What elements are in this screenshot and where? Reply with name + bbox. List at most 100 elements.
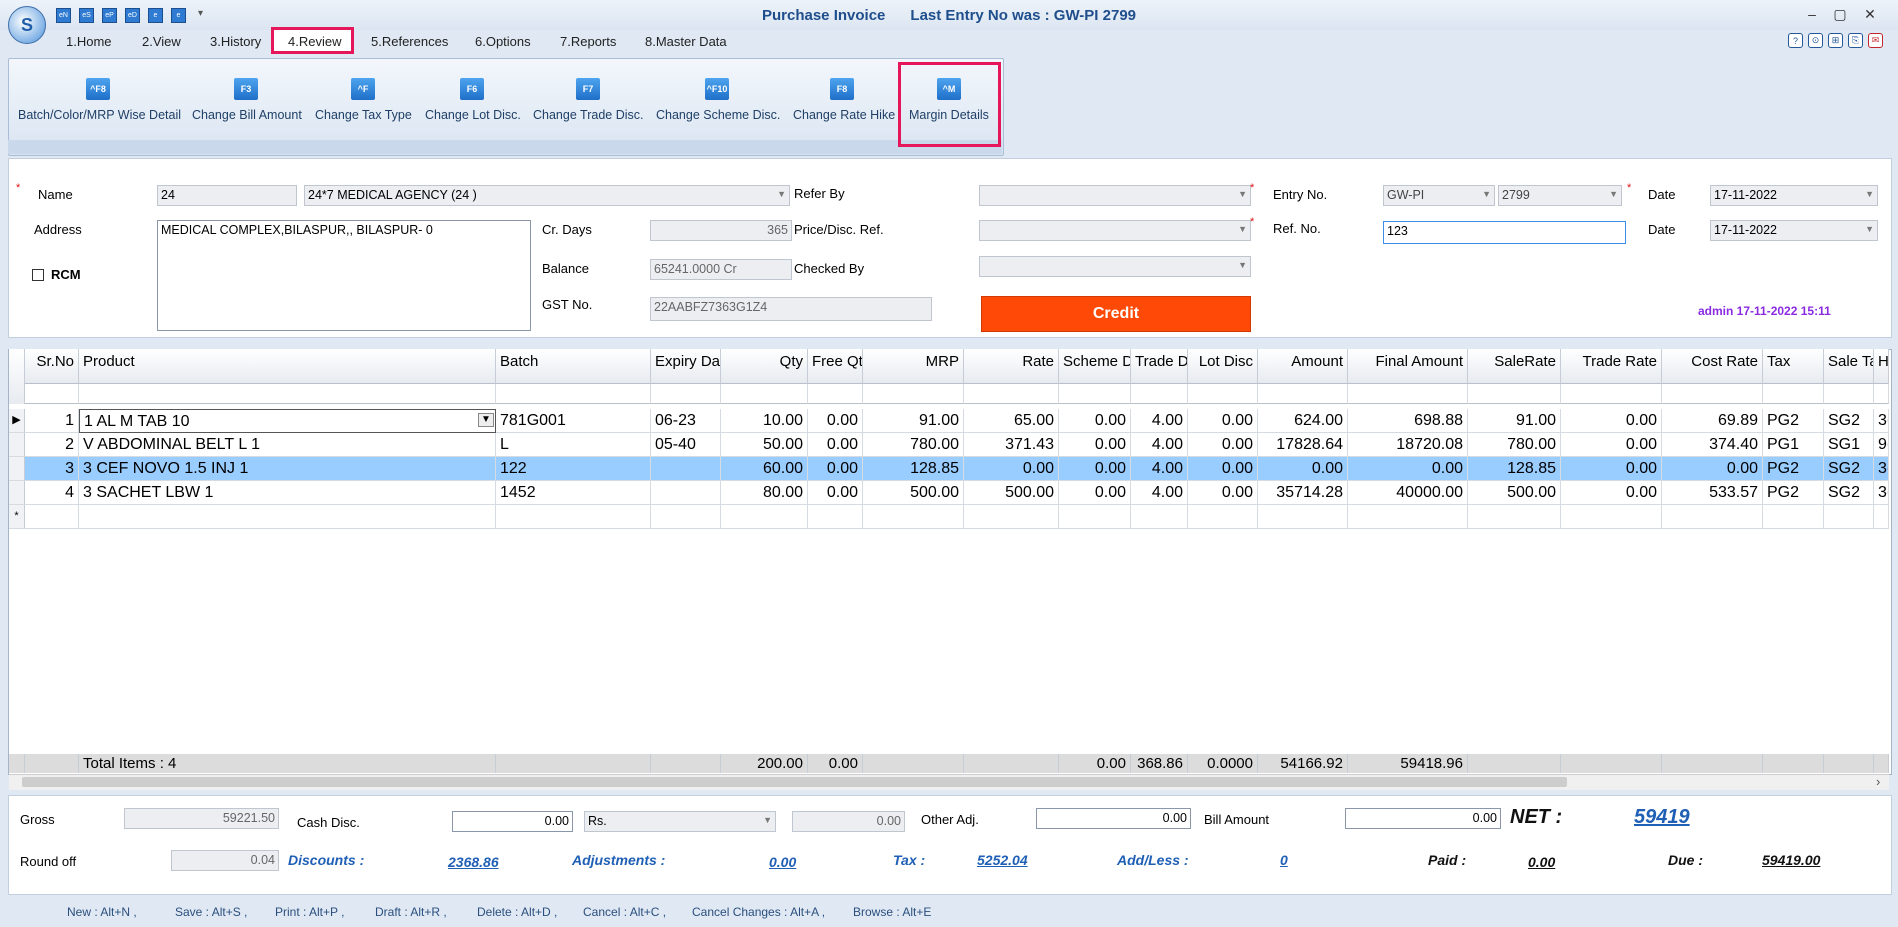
cell-mrp[interactable]: 91.00 — [863, 409, 964, 433]
change-tax-type-icon[interactable]: ^F — [351, 78, 375, 100]
chevron-down-icon[interactable]: ▼ — [1865, 189, 1874, 199]
tab-review[interactable]: 4.Review — [288, 34, 341, 49]
rcm-checkbox[interactable] — [32, 269, 44, 281]
cell-cost-rate[interactable]: 533.57 — [1662, 481, 1763, 505]
chevron-down-icon[interactable]: ▼ — [1865, 224, 1874, 234]
col-header-batch[interactable]: Batch — [496, 349, 651, 384]
add-less-value[interactable]: 0 — [1280, 852, 1288, 868]
cell-salerate[interactable]: 91.00 — [1468, 409, 1561, 433]
col-header-amount[interactable]: Amount — [1258, 349, 1348, 384]
cell-amount[interactable]: 35714.28 — [1258, 481, 1348, 505]
cell-mrp[interactable]: 128.85 — [863, 457, 964, 481]
entry-number-combo[interactable]: 2799 ▼ — [1498, 185, 1622, 206]
cell-tax[interactable]: PG2 — [1763, 457, 1824, 481]
tab-master-data[interactable]: 8.Master Data — [645, 34, 727, 49]
new-row-cell[interactable] — [964, 505, 1059, 529]
chevron-down-icon[interactable]: ▼ — [763, 815, 772, 825]
credit-button[interactable]: Credit — [981, 296, 1251, 332]
cash-disc-field[interactable]: 0.00 — [452, 811, 573, 832]
party-code-field[interactable]: 24 — [157, 185, 297, 206]
cell-trade-disc[interactable]: 4.00 — [1131, 433, 1188, 457]
cell-expiry-date[interactable]: 05-40 — [651, 433, 721, 457]
filter-cell[interactable] — [964, 384, 1059, 404]
filter-cell[interactable] — [1662, 384, 1763, 404]
cell-h[interactable]: 9( — [1874, 433, 1889, 457]
cell-cost-rate[interactable]: 0.00 — [1662, 457, 1763, 481]
change-lot-disc-icon[interactable]: F6 — [460, 78, 484, 100]
filter-cell[interactable] — [863, 384, 964, 404]
cell-free-qty[interactable]: 0.00 — [808, 457, 863, 481]
new-row-cell[interactable] — [1763, 505, 1824, 529]
cell-expiry-date[interactable] — [651, 481, 721, 505]
new-row-cell[interactable] — [1188, 505, 1258, 529]
cell-lot-disc[interactable]: 0.00 — [1188, 433, 1258, 457]
cell-product[interactable]: 3 SACHET LBW 1 — [79, 481, 496, 505]
cell-lot-disc[interactable]: 0.00 — [1188, 457, 1258, 481]
col-header-lot-disc[interactable]: Lot Disc — [1188, 349, 1258, 384]
tax-value[interactable]: 5252.04 — [977, 852, 1028, 868]
cell-free-qty[interactable]: 0.00 — [808, 481, 863, 505]
cell-product[interactable]: 3 CEF NOVO 1.5 INJ 1 — [79, 457, 496, 481]
row-header[interactable] — [9, 457, 25, 481]
cell-product[interactable]: 1 AL M TAB 10 — [79, 409, 496, 433]
discounts-value[interactable]: 2368.86 — [448, 854, 499, 870]
filter-cell[interactable] — [1131, 384, 1188, 404]
cell-qty[interactable]: 80.00 — [721, 481, 808, 505]
tab-reports[interactable]: 7.Reports — [560, 34, 616, 49]
close-icon[interactable]: ✕ — [1858, 6, 1882, 24]
cell-trade-rate[interactable]: 0.00 — [1561, 481, 1662, 505]
cell-final-amount[interactable]: 698.88 — [1348, 409, 1468, 433]
col-header-product[interactable]: Product — [79, 349, 496, 384]
cell-scheme-disc[interactable]: 0.00 — [1059, 457, 1131, 481]
new-row-cell[interactable] — [1561, 505, 1662, 529]
cell-salerate[interactable]: 128.85 — [1468, 457, 1561, 481]
filter-cell[interactable] — [1874, 384, 1889, 404]
cell-trade-rate[interactable]: 0.00 — [1561, 457, 1662, 481]
scrollbar-thumb[interactable] — [22, 777, 1567, 787]
cell-tax[interactable]: PG1 — [1763, 433, 1824, 457]
filter-cell[interactable] — [1258, 384, 1348, 404]
change-scheme-disc-icon[interactable]: ^F10 — [705, 78, 729, 100]
col-header-qty[interactable]: Qty — [721, 349, 808, 384]
filter-cell[interactable] — [496, 384, 651, 404]
cell-salerate[interactable]: 780.00 — [1468, 433, 1561, 457]
cell-product[interactable]: V ABDOMINAL BELT L 1 — [79, 433, 496, 457]
batch-detail-icon[interactable]: ^F8 — [86, 78, 110, 100]
tab-view[interactable]: 2.View — [142, 34, 181, 49]
filter-cell[interactable] — [79, 384, 496, 404]
col-header-salerate[interactable]: SaleRate — [1468, 349, 1561, 384]
filter-cell[interactable] — [1824, 384, 1874, 404]
copy-icon[interactable]: ⎘ — [1848, 33, 1863, 48]
chevron-down-icon[interactable]: ▼ — [777, 189, 786, 199]
row-header[interactable] — [9, 481, 25, 505]
entry-prefix-combo[interactable]: GW-PI ▼ — [1383, 185, 1495, 206]
cell-sr-no[interactable]: 1 — [25, 409, 79, 433]
filter-cell[interactable] — [1188, 384, 1258, 404]
due-value[interactable]: 59419.00 — [1762, 852, 1820, 868]
filter-cell[interactable] — [808, 384, 863, 404]
col-header-trade-rate[interactable]: Trade Rate — [1561, 349, 1662, 384]
cell-sale-tax[interactable]: SG2 — [1824, 481, 1874, 505]
cell-batch[interactable]: 122 — [496, 457, 651, 481]
refer-by-combo[interactable]: ▼ — [979, 185, 1251, 206]
mail-icon[interactable]: ✉ — [1868, 33, 1883, 48]
new-row-cell[interactable] — [79, 505, 496, 529]
new-row-cell[interactable] — [1468, 505, 1561, 529]
col-header-cost-rate[interactable]: Cost Rate — [1662, 349, 1763, 384]
cell-amount[interactable]: 624.00 — [1258, 409, 1348, 433]
cell-free-qty[interactable]: 0.00 — [808, 409, 863, 433]
new-row-cell[interactable] — [1131, 505, 1188, 529]
cell-qty[interactable]: 10.00 — [721, 409, 808, 433]
date-picker[interactable]: 17-11-2022 ▼ — [1710, 185, 1878, 206]
checked-by-combo[interactable]: ▼ — [979, 256, 1251, 277]
new-row-cell[interactable] — [863, 505, 964, 529]
restore-icon[interactable]: ▢ — [1828, 6, 1852, 24]
change-scheme-disc-button[interactable]: Change Scheme Disc. — [656, 108, 780, 122]
change-trade-disc-button[interactable]: Change Trade Disc. — [533, 108, 643, 122]
cell-h[interactable]: 3( — [1874, 409, 1889, 433]
address-field[interactable]: MEDICAL COMPLEX,BILASPUR,, BILASPUR- 0 — [157, 220, 531, 331]
filter-cell[interactable] — [721, 384, 808, 404]
new-row-cell[interactable] — [651, 505, 721, 529]
cell-sale-tax[interactable]: SG1 — [1824, 433, 1874, 457]
ref-date-picker[interactable]: 17-11-2022 ▼ — [1710, 220, 1878, 241]
